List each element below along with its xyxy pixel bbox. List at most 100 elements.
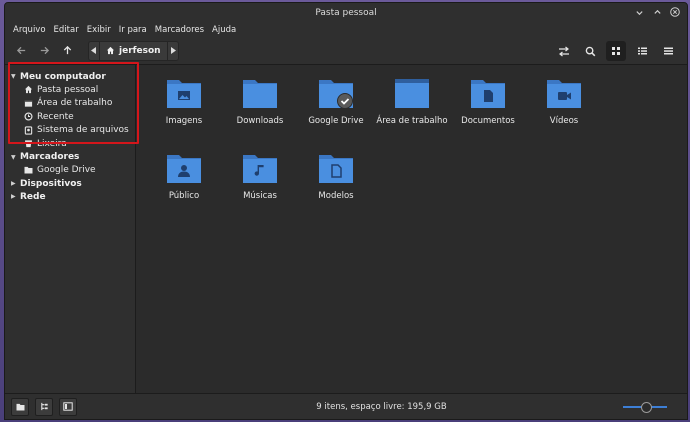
zoom-slider[interactable]	[623, 402, 667, 413]
sidebar-item-area-de-trabalho[interactable]: Área de trabalho	[5, 97, 135, 111]
maximize-button[interactable]	[651, 6, 663, 18]
sidebar-item-label: Lixeira	[37, 138, 67, 149]
sidebar-item-label: Google Drive	[37, 165, 96, 176]
section-label: Marcadores	[20, 152, 80, 162]
file-item-label: Músicas	[243, 191, 277, 201]
file-grid: Imagens Downloads Google Drive Área de t…	[146, 75, 676, 225]
sidebar-mode-buttons	[5, 397, 136, 416]
menu-arquivo[interactable]: Arquivo	[13, 25, 46, 35]
show-tree-button[interactable]	[35, 397, 53, 416]
path-scroll-left[interactable]	[88, 40, 100, 61]
caret-right-icon	[170, 47, 176, 54]
file-item-label: Área de trabalho	[376, 116, 448, 126]
drive-icon	[23, 126, 33, 135]
chevron-right-icon: ▶	[11, 193, 16, 200]
file-item-videos[interactable]: Vídeos	[526, 75, 602, 150]
menu-ir-para[interactable]: Ir para	[119, 25, 147, 35]
compact-list-icon	[663, 47, 673, 55]
sidebar-section-meu-computador[interactable]: ▼ Meu computador	[5, 70, 135, 83]
search-button[interactable]	[580, 41, 600, 61]
toggle-location-button[interactable]	[554, 41, 574, 61]
file-item-publico[interactable]: Público	[146, 150, 222, 225]
file-view[interactable]: Imagens Downloads Google Drive Área de t…	[136, 65, 687, 393]
caret-left-icon	[91, 47, 96, 54]
minimize-icon	[635, 10, 643, 15]
sidebar-item-label: Pasta pessoal	[37, 84, 99, 95]
folder-synced-icon	[319, 80, 353, 109]
file-item-google-drive[interactable]: Google Drive	[298, 75, 374, 150]
folder-public-icon	[167, 155, 201, 183]
file-item-label: Vídeos	[549, 116, 579, 126]
maximize-icon	[653, 9, 661, 14]
file-item-label: Documentos	[461, 116, 515, 126]
up-button[interactable]	[57, 41, 77, 61]
icon-view-button[interactable]	[606, 41, 626, 61]
file-item-label: Modelos	[318, 191, 354, 201]
tree-icon	[40, 402, 48, 411]
chevron-right-icon: ▶	[11, 180, 16, 187]
forward-button[interactable]	[34, 41, 54, 61]
menu-exibir[interactable]: Exibir	[87, 25, 111, 35]
sidebar: ▼ Meu computador Pasta pessoal Área de t…	[5, 65, 136, 393]
list-icon	[637, 47, 647, 55]
status-text: 9 itens, espaço livre: 195,9 GB	[316, 401, 447, 412]
arrow-left-icon	[16, 46, 25, 55]
window-controls	[633, 6, 681, 18]
home-icon	[106, 46, 115, 55]
close-button[interactable]	[669, 6, 681, 18]
show-places-button[interactable]	[11, 397, 29, 416]
folder-documents-icon	[471, 80, 505, 108]
minimize-button[interactable]	[633, 6, 645, 18]
menubar: Arquivo Editar Exibir Ir para Marcadores…	[5, 23, 687, 37]
arrow-right-icon	[40, 46, 49, 55]
sidebar-item-label: Recente	[37, 111, 74, 122]
sidebar-section-marcadores[interactable]: ▼ Marcadores	[5, 151, 135, 164]
path-segment-home[interactable]: jerfeson	[100, 40, 167, 61]
sidebar-item-pasta-pessoal[interactable]: Pasta pessoal	[5, 83, 135, 97]
folder-icon	[23, 166, 33, 174]
section-label: Dispositivos	[20, 178, 82, 189]
zoom-slider-handle[interactable]	[641, 402, 653, 413]
home-icon	[23, 85, 33, 94]
file-item-label: Público	[168, 191, 200, 201]
toggle-sidebar-button[interactable]	[59, 397, 77, 416]
path-scroll-right[interactable]	[166, 40, 179, 61]
menu-marcadores[interactable]: Marcadores	[155, 25, 204, 35]
clock-icon	[23, 112, 33, 121]
file-item-downloads[interactable]: Downloads	[222, 75, 298, 150]
file-item-label: Imagens	[165, 116, 203, 126]
file-item-documentos[interactable]: Documentos	[450, 75, 526, 150]
menu-ajuda[interactable]: Ajuda	[212, 25, 236, 35]
chevron-down-icon: ▼	[11, 153, 16, 161]
arrow-up-icon	[63, 45, 71, 55]
sidebar-item-google-drive[interactable]: Google Drive	[5, 164, 135, 178]
sidebar-item-sistema-de-arquivos[interactable]: Sistema de arquivos	[5, 124, 135, 138]
section-label: Meu computador	[20, 71, 106, 82]
chevron-down-icon: ▼	[11, 73, 16, 80]
sidebar-item-lixeira[interactable]: Lixeira	[5, 137, 135, 151]
back-button[interactable]	[11, 41, 31, 61]
path-segment-label: jerfeson	[119, 45, 161, 56]
list-view-button[interactable]	[632, 41, 652, 61]
close-icon	[670, 7, 680, 17]
file-item-imagens[interactable]: Imagens	[146, 75, 222, 150]
file-item-musicas[interactable]: Músicas	[222, 150, 298, 225]
sidebar-icon	[63, 402, 73, 411]
folder-templates-icon	[319, 155, 353, 183]
sidebar-item-recente[interactable]: Recente	[5, 110, 135, 124]
sidebar-item-label: Área de trabalho	[37, 98, 113, 109]
path-bar: jerfeson	[88, 40, 179, 61]
menu-editar[interactable]: Editar	[54, 25, 79, 35]
folder-downloads-icon	[243, 80, 277, 108]
file-manager-window: Pasta pessoal Arquivo Editar Exibir Ir p…	[4, 2, 688, 420]
trash-icon	[23, 139, 33, 148]
sidebar-section-rede[interactable]: ▶ Rede	[5, 190, 135, 203]
file-item-modelos[interactable]: Modelos	[298, 150, 374, 225]
section-label: Rede	[20, 191, 46, 202]
compact-view-button[interactable]	[658, 41, 678, 61]
file-item-area-de-trabalho[interactable]: Área de trabalho	[374, 75, 450, 150]
sidebar-section-dispositivos[interactable]: ▶ Dispositivos	[5, 177, 135, 190]
toolbar-right	[554, 41, 681, 61]
titlebar[interactable]: Pasta pessoal	[5, 3, 687, 23]
toolbar: jerfeson	[5, 37, 687, 65]
